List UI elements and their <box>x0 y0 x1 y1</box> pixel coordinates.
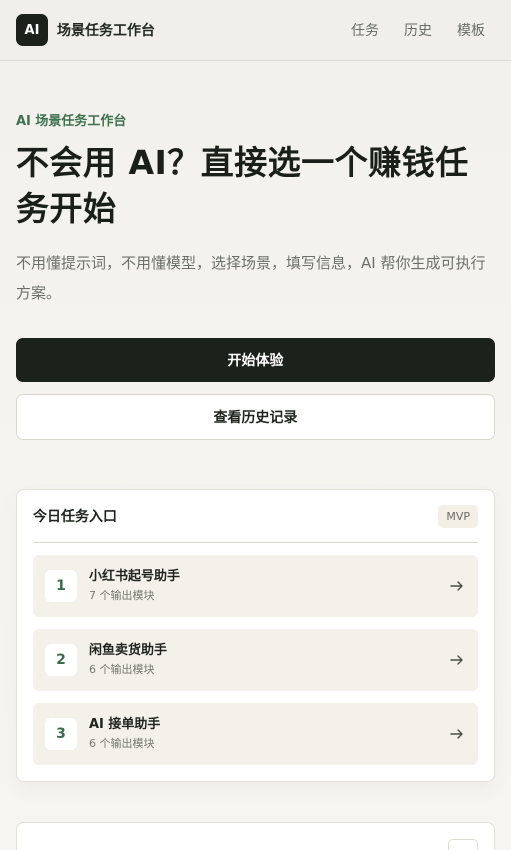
task-name: 闲鱼卖货助手 <box>89 643 168 658</box>
card-header: 今日任务入口 MVP <box>33 490 478 543</box>
task-text: 小红书起号助手 7 个输出模块 <box>89 568 450 604</box>
hero-headline: 不会用 AI？直接选一个赚钱任务开始 <box>16 143 469 228</box>
mvp-badge: MVP <box>438 504 478 528</box>
arrow-right-icon <box>450 581 463 591</box>
task-text: 闲鱼卖货助手 6 个输出模块 <box>89 642 450 678</box>
top-bar: AI 场景任务工作台 任务 历史 模板 <box>0 0 511 61</box>
task-name: 小红书起号助手 <box>89 569 181 584</box>
task-modules: 6 个输出模块 <box>89 737 155 750</box>
next-card <box>16 822 495 850</box>
hero-eyebrow: AI 场景任务工作台 <box>16 114 127 129</box>
brand[interactable]: AI 场景任务工作台 <box>16 14 155 46</box>
task-index: 1 <box>45 570 77 602</box>
task-text: AI 接单助手 6 个输出模块 <box>89 716 450 752</box>
task-modules: 7 个输出模块 <box>89 589 155 602</box>
brand-name: 场景任务工作台 <box>57 23 155 39</box>
task-item-ai-orders[interactable]: 3 AI 接单助手 6 个输出模块 <box>33 703 478 765</box>
main-nav: 任务 历史 模板 <box>351 20 485 40</box>
task-item-xianyu[interactable]: 2 闲鱼卖货助手 6 个输出模块 <box>33 629 478 691</box>
task-index: 3 <box>45 718 77 750</box>
start-button[interactable]: 开始体验 <box>16 338 495 382</box>
logo: AI <box>16 14 48 46</box>
hero-subtitle: 不用懂提示词，不用懂模型，选择场景，填写信息，AI 帮你生成可执行方案。 <box>16 254 486 302</box>
arrow-right-icon <box>450 655 463 665</box>
history-button[interactable]: 查看历史记录 <box>16 394 495 440</box>
task-index: 2 <box>45 644 77 676</box>
nav-history[interactable]: 历史 <box>404 20 432 40</box>
hero-section: AI 场景任务工作台 不会用 AI？直接选一个赚钱任务开始 不用懂提示词，不用懂… <box>0 110 511 440</box>
card-title: 今日任务入口 <box>33 509 117 525</box>
nav-templates[interactable]: 模板 <box>457 20 485 40</box>
task-name: AI 接单助手 <box>89 717 161 732</box>
next-card-badge <box>448 839 478 850</box>
task-modules: 6 个输出模块 <box>89 663 155 676</box>
today-tasks-card: 今日任务入口 MVP 1 小红书起号助手 7 个输出模块 2 闲鱼卖货助手 6 … <box>16 489 495 782</box>
task-item-xiaohongshu[interactable]: 1 小红书起号助手 7 个输出模块 <box>33 555 478 617</box>
arrow-right-icon <box>450 729 463 739</box>
nav-tasks[interactable]: 任务 <box>351 20 379 40</box>
